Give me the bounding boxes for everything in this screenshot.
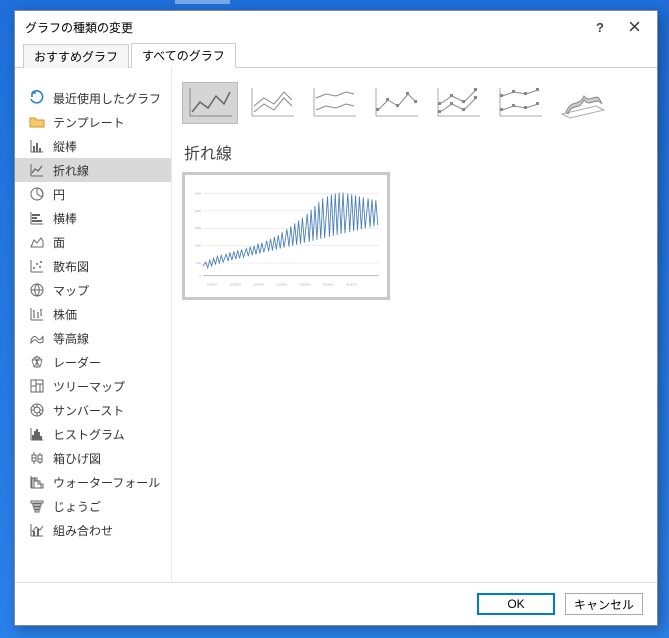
taskbar-hint — [175, 0, 230, 4]
category-pie[interactable]: 円 — [15, 182, 171, 206]
category-label: 最近使用したグラフ — [53, 90, 161, 107]
funnel-chart-icon — [29, 498, 45, 514]
cancel-button[interactable]: キャンセル — [565, 593, 643, 615]
subtype-stacked-line[interactable] — [244, 82, 300, 124]
category-label: 折れ線 — [53, 162, 89, 179]
svg-text:2019/2/1: 2019/2/1 — [230, 282, 242, 286]
treemap-chart-icon — [29, 378, 45, 394]
category-label: 面 — [53, 234, 65, 251]
main-panel: 折れ線 2019/1/1 2019/2/1 2019/ — [172, 68, 657, 582]
bar-chart-icon — [29, 210, 45, 226]
category-label: マップ — [53, 282, 89, 299]
category-recent[interactable]: 最近使用したグラフ — [15, 86, 171, 110]
chart-preview-svg: 2019/1/1 2019/2/1 2019/3/1 2019/4/1 2019… — [189, 179, 383, 293]
svg-text:500: 500 — [196, 261, 201, 265]
category-label: じょうご — [53, 498, 101, 515]
category-label: レーダー — [53, 354, 101, 371]
category-scatter[interactable]: 散布図 — [15, 254, 171, 278]
category-label: 散布図 — [53, 258, 89, 275]
change-chart-type-dialog: グラフの種類の変更 ? おすすめグラフ すべてのグラフ 最近使用したグラフ — [14, 10, 658, 626]
area-chart-icon — [29, 234, 45, 250]
category-label: 株価 — [53, 306, 77, 323]
stock-chart-icon — [29, 306, 45, 322]
category-label: 等高線 — [53, 330, 89, 347]
tab-recommended[interactable]: おすすめグラフ — [23, 44, 129, 68]
subtype-100stacked-line[interactable] — [306, 82, 362, 124]
help-button[interactable]: ? — [583, 15, 617, 39]
category-combo[interactable]: 組み合わせ — [15, 518, 171, 542]
svg-text:1500: 1500 — [195, 226, 202, 230]
category-map[interactable]: マップ — [15, 278, 171, 302]
category-label: 箱ひげ図 — [53, 450, 101, 467]
svg-text:0: 0 — [199, 274, 201, 278]
category-label: 円 — [53, 186, 65, 203]
category-label: ウォーターフォール — [53, 474, 160, 491]
category-stock[interactable]: 株価 — [15, 302, 171, 326]
category-sidebar: 最近使用したグラフ テンプレート 縦棒 折れ線 — [15, 68, 172, 582]
chart-preview[interactable]: 2019/1/1 2019/2/1 2019/3/1 2019/4/1 2019… — [182, 172, 390, 300]
svg-text:2019/1/1: 2019/1/1 — [207, 282, 219, 286]
category-bar[interactable]: 横棒 — [15, 206, 171, 230]
surface-chart-icon — [29, 330, 45, 346]
category-treemap[interactable]: ツリーマップ — [15, 374, 171, 398]
category-column[interactable]: 縦棒 — [15, 134, 171, 158]
category-line[interactable]: 折れ線 — [15, 158, 171, 182]
histogram-chart-icon — [29, 426, 45, 442]
svg-text:2019/6/1: 2019/6/1 — [323, 282, 335, 286]
column-chart-icon — [29, 138, 45, 154]
recent-icon — [29, 90, 45, 106]
svg-text:2019/5/1: 2019/5/1 — [300, 282, 312, 286]
svg-text:2500: 2500 — [195, 191, 202, 195]
dialog-body: 最近使用したグラフ テンプレート 縦棒 折れ線 — [15, 68, 657, 582]
combo-chart-icon — [29, 522, 45, 538]
svg-text:2019/4/1: 2019/4/1 — [276, 282, 288, 286]
category-surface[interactable]: 等高線 — [15, 326, 171, 350]
dialog-footer: OK キャンセル — [15, 582, 657, 625]
section-title: 折れ線 — [184, 140, 645, 164]
tab-all-charts[interactable]: すべてのグラフ — [131, 43, 236, 68]
category-label: 組み合わせ — [53, 522, 113, 539]
subtype-100stacked-line-markers[interactable] — [492, 82, 548, 124]
boxwhisker-chart-icon — [29, 450, 45, 466]
category-label: 縦棒 — [53, 138, 77, 155]
titlebar: グラフの種類の変更 ? — [15, 11, 657, 43]
sunburst-chart-icon — [29, 402, 45, 418]
category-label: テンプレート — [53, 114, 125, 131]
dialog-title: グラフの種類の変更 — [25, 19, 583, 36]
category-templates[interactable]: テンプレート — [15, 110, 171, 134]
category-histogram[interactable]: ヒストグラム — [15, 422, 171, 446]
close-button[interactable] — [617, 15, 651, 39]
scatter-chart-icon — [29, 258, 45, 274]
category-label: サンバースト — [53, 402, 124, 419]
svg-text:2019/3/1: 2019/3/1 — [253, 282, 265, 286]
tabstrip: おすすめグラフ すべてのグラフ — [15, 43, 657, 68]
category-sunburst[interactable]: サンバースト — [15, 398, 171, 422]
close-icon — [629, 20, 640, 35]
map-chart-icon — [29, 282, 45, 298]
category-label: 横棒 — [53, 210, 77, 227]
pie-chart-icon — [29, 186, 45, 202]
category-waterfall[interactable]: ウォーターフォール — [15, 470, 171, 494]
category-radar[interactable]: レーダー — [15, 350, 171, 374]
subtype-3d-line[interactable] — [554, 82, 610, 124]
category-label: ヒストグラム — [53, 426, 125, 443]
category-area[interactable]: 面 — [15, 230, 171, 254]
svg-text:2019/7/1: 2019/7/1 — [346, 282, 358, 286]
subtype-line[interactable] — [182, 82, 238, 124]
line-chart-icon — [29, 162, 45, 178]
subtype-row — [182, 82, 645, 124]
svg-text:1000: 1000 — [195, 244, 202, 248]
subtype-line-markers[interactable] — [368, 82, 424, 124]
folder-icon — [29, 114, 45, 130]
subtype-stacked-line-markers[interactable] — [430, 82, 486, 124]
category-funnel[interactable]: じょうご — [15, 494, 171, 518]
category-label: ツリーマップ — [53, 378, 125, 395]
category-boxwhisker[interactable]: 箱ひげ図 — [15, 446, 171, 470]
svg-text:2000: 2000 — [195, 209, 202, 213]
ok-button[interactable]: OK — [477, 593, 555, 615]
waterfall-chart-icon — [29, 474, 45, 490]
radar-chart-icon — [29, 354, 45, 370]
